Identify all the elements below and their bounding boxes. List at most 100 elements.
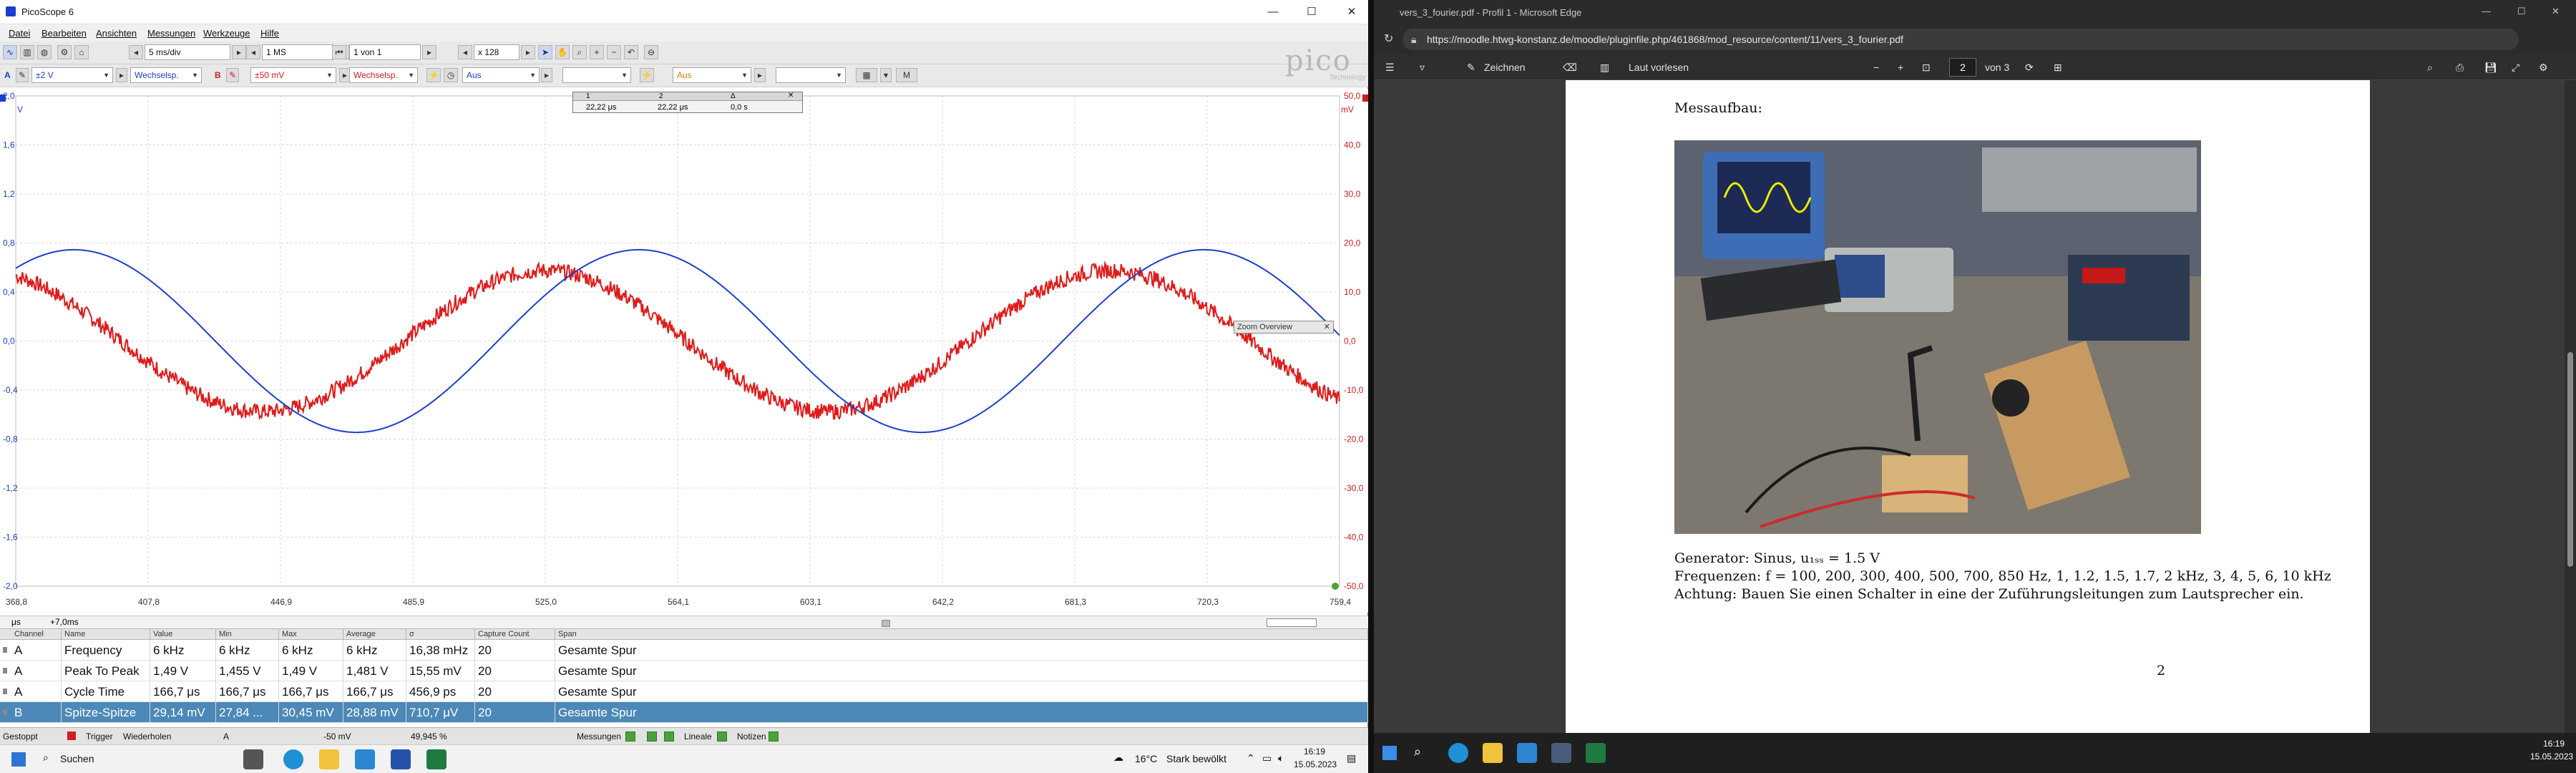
capture-first-icon[interactable]: ⏮ <box>332 45 346 59</box>
pdf-scroll-thumb[interactable] <box>2567 352 2573 567</box>
zoom-factor-field[interactable]: x 128 <box>474 44 519 60</box>
trigger-source-select[interactable]: Aus ▼ <box>673 67 751 83</box>
measurement-row[interactable]: B Spitze-Spitze 29,14 mV 27,84 ... 30,45 mV 2… <box>0 702 1368 723</box>
zoom-next-icon[interactable]: ▸ <box>521 45 535 59</box>
channel-settings-icon[interactable]: ⚙ <box>57 45 72 59</box>
col-max[interactable]: Max <box>279 629 343 639</box>
zoom-overview-close-icon[interactable]: ✕ <box>1324 322 1330 331</box>
read-aloud-button[interactable]: Laut vorlesen <box>1629 62 1689 73</box>
channel-a-probe-icon[interactable]: ✎ <box>16 68 29 82</box>
refresh-icon[interactable]: ↻ <box>1384 31 1393 46</box>
measurement-row[interactable]: A Cycle Time 166,7 μs 166,7 μs 166,7 μs 166,7… <box>0 681 1368 702</box>
capture-counter[interactable]: 1 von 1 <box>349 44 421 60</box>
pointer-tool-icon[interactable]: ➤ <box>538 45 552 59</box>
delete-measure-icon[interactable] <box>664 731 674 742</box>
status-measure[interactable]: Messungen <box>577 731 621 742</box>
spectrum-mode-icon[interactable]: ▥ <box>20 45 34 59</box>
search-icon[interactable]: ⌕ <box>1414 744 1421 759</box>
fullscreen-icon[interactable]: ⤢ <box>2512 62 2519 74</box>
zoom-fit-icon[interactable]: ⊖ <box>644 45 658 59</box>
volume-icon[interactable]: 🔈︎ <box>1278 752 1284 764</box>
persistence-mode-icon[interactable]: ◍ <box>37 45 52 59</box>
trigger-source-next-icon[interactable]: ▸ <box>754 68 766 82</box>
windows-start-icon[interactable] <box>1382 746 1397 760</box>
col-sigma[interactable]: σ <box>406 629 475 639</box>
zoom-out-icon[interactable]: − <box>607 45 621 59</box>
maximize-button[interactable]: ☐ <box>1295 0 1328 24</box>
tray-chevron-icon[interactable]: ⌃ <box>1246 752 1255 764</box>
pdf-settings-icon[interactable]: ⚙ <box>2539 62 2548 74</box>
rotate-icon[interactable]: ⟳ <box>2025 62 2034 74</box>
col-span[interactable]: Span <box>555 629 1368 639</box>
menu-bearbeiten[interactable]: Bearbeiten <box>42 28 87 39</box>
samples-select[interactable]: 1 MS <box>262 44 333 60</box>
channel-b-axis-marker[interactable] <box>1362 94 1368 102</box>
channel-a-coupling-select[interactable]: Wechselsp. ▼ <box>130 67 202 83</box>
reference-waveform-icon[interactable]: M <box>896 68 917 82</box>
scope-mode-icon[interactable]: ∿ <box>3 45 17 59</box>
draw-button[interactable]: Zeichnen <box>1484 62 1526 73</box>
scroll-thumb[interactable] <box>882 620 890 627</box>
status-trigger-mode[interactable]: Wiederholen <box>123 731 171 742</box>
status-trig-pos[interactable]: 49,945 % <box>411 731 447 742</box>
status-trig-level[interactable]: -50 mV <box>323 731 351 742</box>
task-view-icon[interactable] <box>243 749 263 769</box>
edge-close-button[interactable]: ✕ <box>2552 6 2560 17</box>
math-dropdown-icon[interactable]: ▾ <box>880 68 892 82</box>
stop-icon[interactable] <box>67 731 76 740</box>
url-field[interactable]: 🔒︎ https://moodle.htwg-konstanz.de/moodl… <box>1402 29 2519 50</box>
channel-a-scale-icon[interactable]: ▸ <box>116 68 127 82</box>
col-min[interactable]: Min <box>216 629 279 639</box>
zoom-in-icon[interactable]: + <box>590 45 604 59</box>
measurement-row[interactable]: A Frequency 6 kHz 6 kHz 6 kHz 6 kHz 16,38 mHz 2… <box>0 640 1368 661</box>
col-value[interactable]: Value <box>150 629 216 639</box>
col-name[interactable]: Name <box>62 629 150 639</box>
col-capture-count[interactable]: Capture Count <box>475 629 555 639</box>
menu-hilfe[interactable]: Hilfe <box>260 28 279 39</box>
close-button[interactable]: ✕ <box>1335 0 1368 24</box>
trigger-mode-select[interactable]: Aus ▼ <box>462 67 540 83</box>
status-channel[interactable]: A <box>223 731 229 742</box>
status-lineal[interactable]: Lineale <box>684 731 712 742</box>
zoom-in-icon[interactable]: + <box>1898 62 1903 73</box>
weather-temp[interactable]: 16°C <box>1135 753 1157 764</box>
hand-tool-icon[interactable]: ✋ <box>555 45 570 59</box>
channel-b-range-select[interactable]: ±50 mV ▼ <box>250 67 336 83</box>
trigger-extra-field[interactable]: ▼ <box>776 67 846 83</box>
trigger-mode-next-icon[interactable]: ▸ <box>541 68 552 82</box>
timebase-prev-icon[interactable]: ◂ <box>129 45 143 59</box>
contents-icon[interactable]: ☰ <box>1385 62 1395 74</box>
pdf-page[interactable]: Messaufbau: Generator: Sinus, u₁ₛₛ = 1.5… <box>1566 80 2370 733</box>
home-icon[interactable]: ⌂ <box>74 45 89 59</box>
clock-icon[interactable]: ◷ <box>444 68 458 82</box>
measurement-row[interactable]: A Peak To Peak 1,49 V 1,455 V 1,49 V 1,481 V1… <box>0 661 1368 681</box>
highlight-icon[interactable]: ▿ <box>1420 62 1425 74</box>
search-icon[interactable]: ⌕ <box>2427 62 2433 74</box>
notification-icon[interactable]: ▤ <box>1347 752 1356 764</box>
pdf-scrollbar[interactable] <box>2565 80 2576 733</box>
network-icon[interactable]: ▭ <box>1262 752 1272 764</box>
channel-b-probe-icon[interactable]: ✎ <box>226 68 239 82</box>
ruler-panel[interactable]: 1 2 Δ ✕ 22,22 μs 22,22 μs 0,0 s <box>572 92 803 113</box>
vscode-taskbar-icon[interactable] <box>1517 743 1537 763</box>
ruler-close-icon[interactable]: ✕ <box>788 92 794 99</box>
samples-prev-icon[interactable]: ◂ <box>246 45 260 59</box>
explorer-taskbar-icon[interactable] <box>319 749 339 769</box>
page-view-icon[interactable]: ▥ <box>1600 62 1609 74</box>
channel-a-axis-marker[interactable] <box>0 94 6 102</box>
menu-messungen[interactable]: Messungen <box>147 28 195 39</box>
excel-taskbar-icon[interactable] <box>426 749 447 769</box>
notes-icon[interactable] <box>769 731 779 742</box>
vscode-taskbar-icon[interactable] <box>355 749 375 769</box>
save-icon[interactable]: 💾︎ <box>2484 62 2497 74</box>
math-channel-icon[interactable]: ▦ <box>856 68 877 82</box>
ruler-icon[interactable] <box>717 731 727 742</box>
excel-taskbar-icon[interactable] <box>1586 743 1606 763</box>
taskbar-date[interactable]: 15.05.2023 <box>1294 759 1337 769</box>
col-average[interactable]: Average <box>343 629 406 639</box>
print-icon[interactable]: ⎙ <box>2456 62 2464 74</box>
menu-datei[interactable]: Datei <box>9 28 30 39</box>
undo-zoom-icon[interactable]: ↶ <box>624 45 638 59</box>
channel-a-range-select[interactable]: ±2 V ▼ <box>31 67 113 83</box>
zoom-overview-panel[interactable]: Zoom Overview ✕ <box>1234 321 1334 334</box>
